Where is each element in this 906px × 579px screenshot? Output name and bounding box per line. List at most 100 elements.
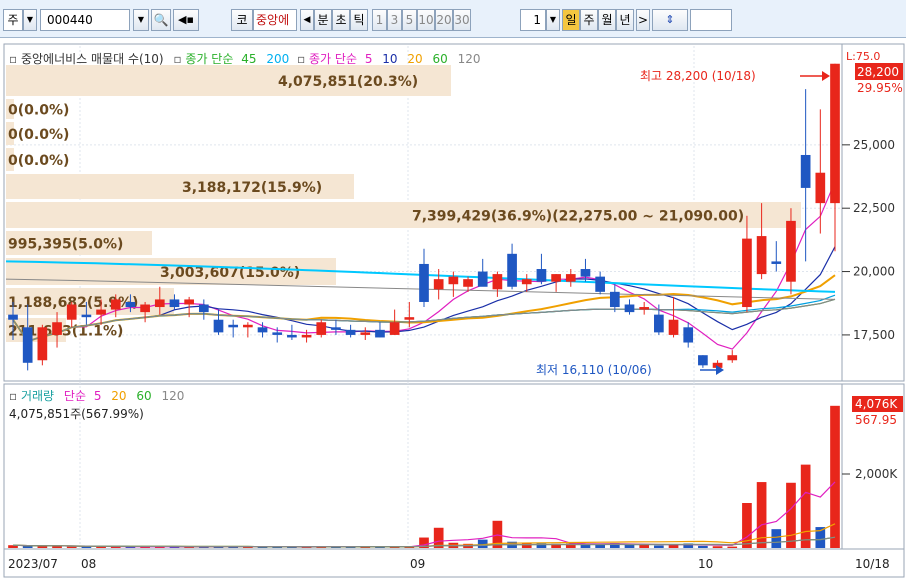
interval-value: 1 [533,13,541,27]
candle-body [433,279,444,290]
interval-1-label: 1 [375,13,384,27]
legend-ma-200: 200 [266,52,289,66]
candle-body [683,327,694,343]
interval-20[interactable]: 20 [435,9,453,31]
stock-code-value: 000440 [47,13,93,27]
volume-legend-title: 거래량 [21,389,54,403]
current-volume-ratio: 567.95 [855,413,897,427]
volume-legend-ma-120: 120 [162,389,185,403]
x-label-last-date: 10/18 [855,557,890,571]
volume-bar [771,529,782,548]
prev-period-icon[interactable]: ◀ [300,9,314,31]
volume-tick-label: 2,000K [855,467,898,481]
candle-body [536,269,547,282]
interval-1[interactable]: 1 [372,9,387,31]
chart-area: 4,075,851(20.3%) 0(0.0%) 0(0.0%) 0(0.0%) 3,1… [3,43,905,578]
candle-body [698,355,708,366]
legend-ma-10: 10 [382,52,397,66]
candle-body [287,334,297,338]
interval-input[interactable]: 1 [520,9,546,31]
candle-body [756,236,767,275]
x-label-08: 08 [81,557,96,571]
interval-30[interactable]: 30 [453,9,471,31]
high-annotation: 최고 28,200 (10/18) [640,69,756,83]
candle-body [639,307,650,310]
speaker-icon[interactable]: ◀▪ [173,9,199,31]
legend-ma-20: 20 [407,52,422,66]
interval-3-label: 3 [390,13,399,27]
interval-dropdown-icon[interactable]: ▼ [546,9,560,31]
next-icon[interactable]: > [636,9,650,31]
market-select[interactable]: 주 [3,9,23,31]
x-label-10: 10 [698,557,713,571]
period-month-label: 월 [601,13,613,27]
x-label-09: 09 [410,557,425,571]
candle-body [125,301,136,308]
period-day[interactable]: 일 [562,9,580,31]
volume-profile-label: 0(0.0%) [8,153,69,169]
volume-bar [654,545,664,548]
candle-body [154,299,165,308]
extra-input[interactable] [690,9,732,31]
candle-body [345,329,356,335]
period-year[interactable]: 년 [616,9,634,31]
interval-5[interactable]: 5 [402,9,417,31]
chart-window: { "toolbar":{ "market_select":"주", "code… [0,0,906,579]
volume-bar [727,546,738,548]
toolbar: 주 ▼ 000440 ▼ 🔍 ◀▪ 코 중앙에 ◀ 분 초 틱 1 3 5 10… [0,0,906,38]
candle-body [184,299,194,305]
stock-name: 중앙에 [256,13,290,27]
code-dropdown-icon[interactable]: ▼ [133,9,149,31]
candle-body [419,263,429,302]
x-axis [3,548,905,578]
candle-body [301,334,312,338]
candle-body [404,317,415,320]
volume-profile-label: 7,399,429(36.9%)(22,275.00 ~ 21,090.00) [412,209,744,225]
candle-body [565,274,576,282]
volume-legend-ma-label: 단순 [64,389,86,403]
candle-body [448,276,459,285]
candle-body [492,274,503,290]
candle-body [66,304,77,320]
market-dropdown-icon[interactable]: ▼ [23,9,37,31]
stock-code-input[interactable]: 000440 [40,9,130,31]
current-change: 29.95% [857,81,903,95]
candle-body [169,299,180,308]
legend-bullet: ▫ [173,52,185,66]
candle-body [243,324,253,328]
legend-ma-b-label: 종가 단순 [309,52,357,66]
period-day-label: 일 [565,13,577,27]
market-button[interactable]: 코 [231,9,253,31]
period-minute[interactable]: 분 [314,9,332,31]
interval-10[interactable]: 10 [417,9,435,31]
volume-bar [639,544,650,548]
period-tick[interactable]: 틱 [350,9,368,31]
candle-body [8,314,18,320]
candle-body [213,319,224,333]
candle-body [800,154,811,188]
legend-ma-120: 120 [458,52,481,66]
candle-body [771,261,782,264]
period-month[interactable]: 월 [598,9,616,31]
current-volume: 4,076K [855,397,898,411]
legend-ma-60: 60 [433,52,448,66]
volume-legend-ma-5: 5 [94,389,102,403]
search-icon[interactable]: 🔍 [151,9,171,31]
price-tick-label: 17,500 [853,328,895,342]
period-week[interactable]: 주 [580,9,598,31]
updown-icon[interactable]: ⇕ [652,9,688,31]
current-price: 28,200 [857,65,899,79]
volume-legend-ma-60: 60 [136,389,151,403]
volume-summary: 4,075,851주(567.99%) [9,407,144,421]
volume-bar [698,545,708,548]
volume-bar [830,405,840,548]
volume-bar [712,546,723,548]
volume-profile-label: 995,395(5.0%) [8,237,123,253]
candle-body [316,322,327,335]
candle-body [463,279,473,287]
price-tick-label: 25,000 [853,138,895,152]
period-second[interactable]: 초 [332,9,350,31]
price-legend: ▫ 중앙에너비스 매물대 수(10) ▫ 종가 단순 45 200 ▫ 종가 단… [9,52,481,66]
volume-profile-label: 0(0.0%) [8,103,69,119]
interval-3[interactable]: 3 [387,9,402,31]
